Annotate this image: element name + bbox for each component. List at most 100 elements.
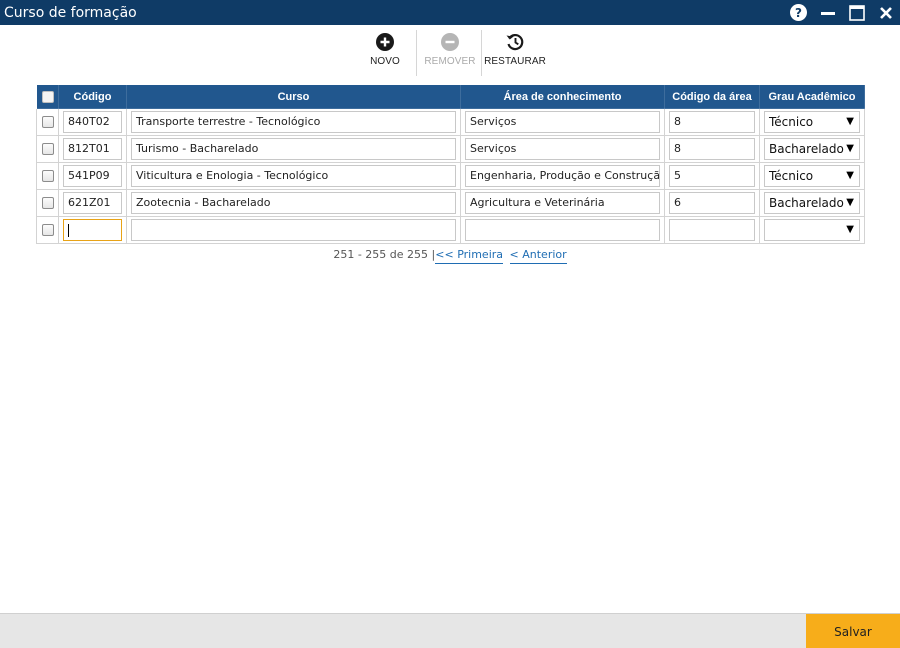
close-icon <box>879 6 892 19</box>
codigo-cell: 812T01 <box>58 135 127 163</box>
curso-input[interactable]: Transporte terrestre - Tecnológico <box>131 111 456 133</box>
codigo-area-cell <box>664 216 760 244</box>
row-checkbox[interactable] <box>41 143 54 156</box>
row-checkbox[interactable] <box>41 224 54 237</box>
curso-input[interactable]: Turismo - Bacharelado <box>131 138 456 160</box>
header-curso[interactable]: Curso <box>126 84 461 109</box>
dropdown-arrow-icon: ▼ <box>846 116 854 127</box>
row-select-cell <box>36 108 59 136</box>
maximize-icon <box>848 4 865 21</box>
curso-cell: Transporte terrestre - Tecnológico <box>126 108 461 136</box>
codigo-area-input[interactable]: 6 <box>669 192 755 214</box>
new-row: ▼ <box>36 216 865 244</box>
footer-bar: Salvar <box>0 613 900 648</box>
codigo-input[interactable]: 812T01 <box>63 138 122 160</box>
header-area[interactable]: Área de conhecimento <box>460 84 665 109</box>
courses-table: Código Curso Área de conhecimento Código… <box>36 84 865 244</box>
text-caret <box>68 223 69 237</box>
grau-cell: Bacharelado ▼ <box>759 135 865 163</box>
grau-select[interactable]: Técnico ▼ <box>764 165 860 187</box>
curso-cell: Zootecnia - Bacharelado <box>126 189 461 217</box>
codigo-area-cell: 6 <box>664 189 760 217</box>
new-label: NOVO <box>370 56 400 67</box>
new-codigo-input[interactable] <box>63 219 122 241</box>
grau-select[interactable]: Bacharelado ▼ <box>764 138 860 160</box>
codigo-input[interactable]: 541P09 <box>63 165 122 187</box>
row-checkbox[interactable] <box>41 197 54 210</box>
grau-cell: ▼ <box>759 216 865 244</box>
table-row: 541P09 Viticultura e Enologia - Tecnológ… <box>36 162 865 190</box>
save-button[interactable]: Salvar <box>806 614 900 648</box>
codigo-area-input[interactable]: 5 <box>669 165 755 187</box>
select-all-checkbox[interactable] <box>41 90 54 103</box>
restore-button[interactable]: RESTAURAR <box>484 30 546 76</box>
dropdown-arrow-icon: ▼ <box>846 197 854 208</box>
close-button[interactable] <box>871 0 900 25</box>
area-cell: Agricultura e Veterinária <box>460 189 665 217</box>
codigo-area-input[interactable]: 8 <box>669 138 755 160</box>
plus-circle-icon <box>375 32 395 52</box>
restore-history-icon <box>505 32 525 52</box>
area-cell: Serviços <box>460 108 665 136</box>
window-titlebar: Curso de formação ? <box>0 0 900 25</box>
codigo-area-input[interactable]: 8 <box>669 111 755 133</box>
grau-select-value: Técnico <box>769 115 814 129</box>
area-input[interactable]: Serviços <box>465 111 660 133</box>
area-input[interactable]: Agricultura e Veterinária <box>465 192 660 214</box>
table-row: 621Z01 Zootecnia - Bacharelado Agricultu… <box>36 189 865 217</box>
previous-page-link[interactable]: < Anterior <box>509 248 567 264</box>
window-controls: ? <box>784 0 900 25</box>
grau-select-value: Técnico <box>769 169 814 183</box>
row-select-cell <box>36 135 59 163</box>
header-grau[interactable]: Grau Acadêmico <box>759 84 865 109</box>
restore-label: RESTAURAR <box>484 56 546 67</box>
grau-select[interactable]: Bacharelado ▼ <box>764 192 860 214</box>
toolbar-separator <box>481 30 482 76</box>
codigo-area-cell: 8 <box>664 108 760 136</box>
curso-input[interactable]: Zootecnia - Bacharelado <box>131 192 456 214</box>
table-row: 840T02 Transporte terrestre - Tecnológic… <box>36 108 865 136</box>
help-icon: ? <box>790 4 807 21</box>
grau-select-value: Bacharelado <box>769 196 844 210</box>
curso-cell <box>126 216 461 244</box>
help-button[interactable]: ? <box>784 0 813 25</box>
new-codigo-area-input[interactable] <box>669 219 755 241</box>
row-checkbox[interactable] <box>41 170 54 183</box>
area-input[interactable]: Serviços <box>465 138 660 160</box>
grau-select-value: Bacharelado <box>769 142 844 156</box>
new-area-input[interactable] <box>465 219 660 241</box>
minimize-button[interactable] <box>813 0 842 25</box>
codigo-area-cell: 8 <box>664 135 760 163</box>
new-curso-input[interactable] <box>131 219 456 241</box>
dropdown-arrow-icon: ▼ <box>846 170 854 181</box>
curso-cell: Turismo - Bacharelado <box>126 135 461 163</box>
curso-input[interactable]: Viticultura e Enologia - Tecnológico <box>131 165 456 187</box>
area-input[interactable]: Engenharia, Produção e Construção <box>465 165 660 187</box>
codigo-cell: 621Z01 <box>58 189 127 217</box>
grau-cell: Bacharelado ▼ <box>759 189 865 217</box>
minus-circle-icon <box>440 32 460 52</box>
codigo-area-cell: 5 <box>664 162 760 190</box>
toolbar: NOVO REMOVER RESTAURAR <box>0 30 900 76</box>
row-checkbox[interactable] <box>41 116 54 129</box>
area-cell <box>460 216 665 244</box>
minimize-icon <box>820 11 835 15</box>
row-select-cell <box>36 162 59 190</box>
codigo-input[interactable]: 621Z01 <box>63 192 122 214</box>
header-codigo[interactable]: Código <box>58 84 127 109</box>
maximize-button[interactable] <box>842 0 871 25</box>
pagination-range: 251 - 255 de 255 <box>333 248 429 261</box>
window-title: Curso de formação <box>4 4 137 21</box>
codigo-cell <box>58 216 127 244</box>
area-cell: Serviços <box>460 135 665 163</box>
remove-button[interactable]: REMOVER <box>424 30 476 76</box>
toolbar-separator <box>416 30 417 76</box>
select-all-cell <box>36 84 59 109</box>
codigo-cell: 541P09 <box>58 162 127 190</box>
codigo-input[interactable]: 840T02 <box>63 111 122 133</box>
new-grau-select[interactable]: ▼ <box>764 219 860 241</box>
grau-select[interactable]: Técnico ▼ <box>764 111 860 133</box>
new-button[interactable]: NOVO <box>362 30 408 76</box>
header-codigo-area[interactable]: Código da área <box>664 84 760 109</box>
first-page-link[interactable]: << Primeira <box>435 248 504 264</box>
